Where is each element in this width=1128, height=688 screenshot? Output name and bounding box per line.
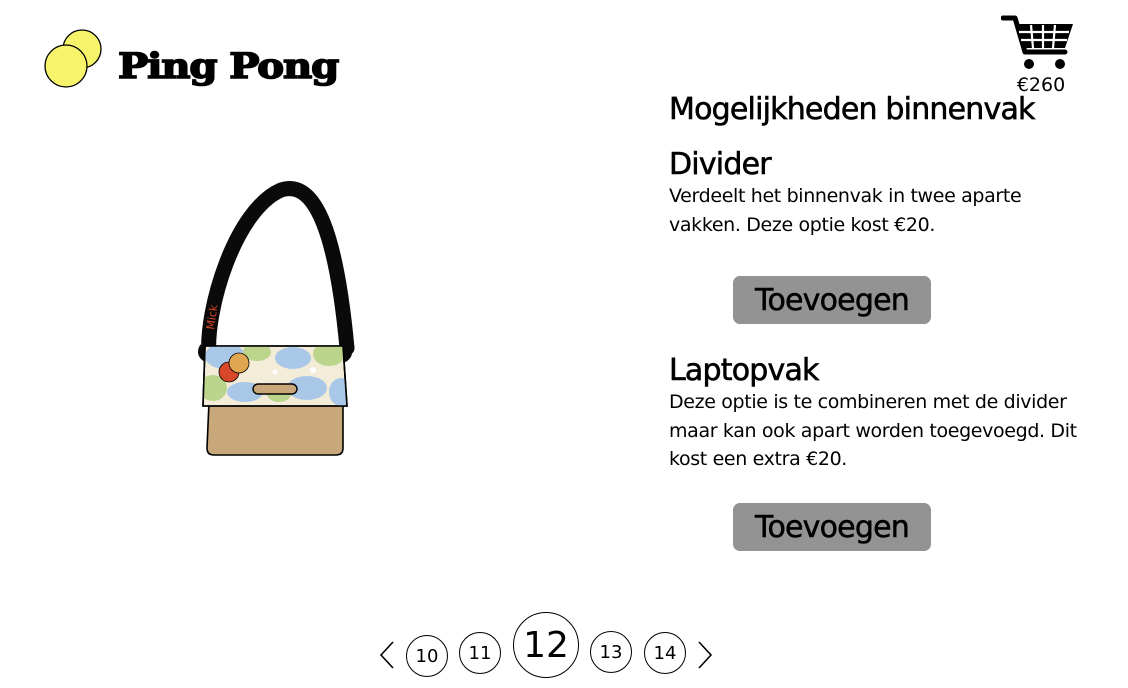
page-11[interactable]: 11 [459, 632, 501, 674]
option-title: Laptopvak [669, 353, 820, 388]
page-10[interactable]: 10 [406, 635, 448, 677]
product-bag-image: Mick [198, 181, 355, 456]
add-divider-button[interactable]: Toevoegen [733, 276, 931, 324]
chevron-right-icon[interactable] [696, 640, 714, 670]
add-laptopvak-button[interactable]: Toevoegen [733, 503, 931, 551]
options-title: Mogelijkheden binnenvak [669, 92, 1036, 128]
pagination: 10 11 12 13 14 [376, 612, 716, 680]
chevron-left-icon[interactable] [378, 640, 396, 670]
page-14[interactable]: 14 [644, 632, 686, 674]
option-description: Deze optie is te combineren met de divid… [669, 391, 1077, 470]
logo-circles-icon [44, 29, 102, 88]
shopping-cart-icon [1001, 15, 1073, 69]
option-laptopvak: Laptopvak Deze optie is te combineren me… [669, 353, 1089, 474]
brand-name: Ping Pong [117, 46, 340, 88]
brand-logo[interactable]: Ping Pong [44, 28, 374, 90]
cart-button[interactable]: €260 [999, 12, 1079, 100]
option-title: Divider [669, 147, 772, 182]
options-panel: Mogelijkheden binnenvak Divider Verdeelt… [669, 88, 1089, 470]
option-description: Verdeelt het binnenvak in twee aparte va… [669, 185, 1022, 236]
strap-text: Mick [204, 303, 220, 330]
option-divider: Divider Verdeelt het binnenvak in twee a… [669, 147, 1089, 239]
page-13[interactable]: 13 [590, 631, 632, 673]
page-12-current[interactable]: 12 [513, 612, 579, 678]
